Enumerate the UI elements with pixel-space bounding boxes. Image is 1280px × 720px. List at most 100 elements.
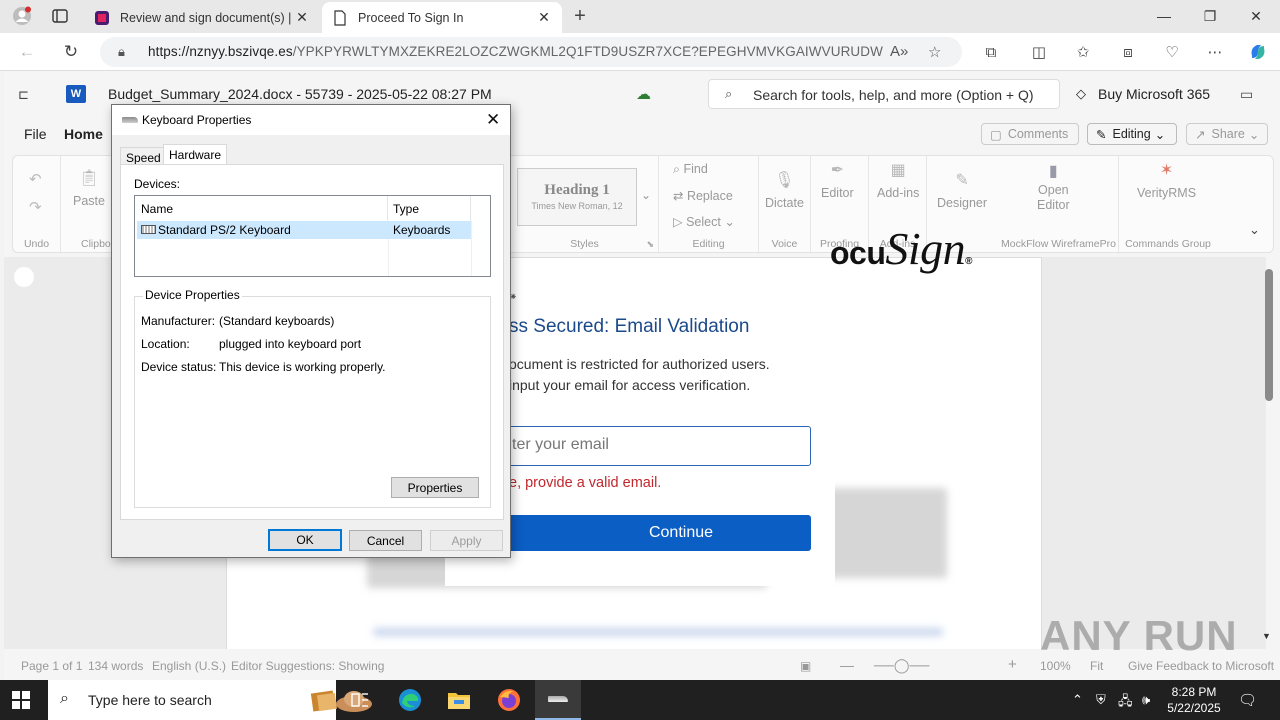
tab-close-icon[interactable]: ✕ <box>536 9 552 26</box>
task-view-icon[interactable] <box>337 680 383 720</box>
designer-button[interactable]: ✎ Designer <box>937 170 987 210</box>
editor-button[interactable]: ✒︎ Editor <box>821 160 854 200</box>
firefox-icon[interactable] <box>486 680 532 720</box>
lock-icon[interactable]: 🔒︎ <box>118 44 125 60</box>
sidebar-toggle-icon[interactable]: ⊏ <box>18 87 29 103</box>
apply-button[interactable]: Apply <box>430 530 503 551</box>
styles-expand-icon[interactable]: ⌄ <box>641 188 651 202</box>
column-header-name[interactable]: Name <box>135 196 388 220</box>
open-editor-button[interactable]: ▮ Open Editor <box>1037 164 1070 213</box>
cancel-button[interactable]: Cancel <box>349 530 422 551</box>
url-path: /YPKPYRWLTYMXZEKRE2LOZCZWGKML2Q1FTD9USZR… <box>292 44 883 59</box>
extensions-icon[interactable]: ⧉ <box>980 41 1002 63</box>
collections-icon[interactable]: ⧈ <box>1117 41 1139 63</box>
status-language[interactable]: English (U.S.) <box>152 659 226 673</box>
taskbar-search-box[interactable]: ⌕ Type here to search <box>48 680 372 720</box>
copilot-icon[interactable] <box>1247 41 1269 63</box>
select-button[interactable]: ▷ Select ⌄ <box>673 214 735 229</box>
device-list[interactable]: Name Type Standard PS/2 Keyboard Keyboar… <box>134 195 491 277</box>
file-explorer-icon[interactable] <box>436 680 482 720</box>
refresh-icon[interactable]: ↻ <box>58 40 84 64</box>
device-row[interactable]: Standard PS/2 Keyboard Keyboards <box>137 221 471 239</box>
close-window-icon[interactable]: ✕ <box>1233 0 1279 32</box>
read-aloud-icon[interactable]: A» <box>890 43 908 60</box>
verityrms-button[interactable]: ✶ VerityRMS <box>1137 160 1196 200</box>
search-tools-input[interactable]: ⌕ Search for tools, help, and more (Opti… <box>708 79 1060 109</box>
zoom-out-icon[interactable]: — <box>840 657 854 673</box>
group-label: MockFlow WireframePro <box>1001 238 1116 250</box>
email-input[interactable]: ter your email <box>501 426 811 466</box>
notifications-icon[interactable]: 🗨︎ <box>1238 691 1257 709</box>
system-clock[interactable]: 8:28 PM 5/22/2025 <box>1162 684 1226 716</box>
feedback-link[interactable]: Give Feedback to Microsoft <box>1128 659 1274 673</box>
new-tab-icon[interactable]: + <box>568 5 592 27</box>
tab-hardware[interactable]: Hardware <box>163 144 228 166</box>
tab-review-sign[interactable]: Review and sign document(s) | D ✕ <box>84 2 320 33</box>
dialog-titlebar[interactable]: Keyboard Properties ✕ <box>112 105 510 135</box>
ribbon-layout-icon[interactable]: ▭ <box>1240 86 1253 103</box>
scrollbar-thumb[interactable] <box>1265 269 1273 401</box>
open-label: Open <box>1038 183 1069 197</box>
tab-speed[interactable]: Speed <box>120 147 167 165</box>
zoom-in-icon[interactable]: + <box>1008 656 1017 673</box>
back-icon[interactable]: ← <box>14 40 40 64</box>
tab-actions-icon[interactable] <box>48 5 72 27</box>
zoom-slider[interactable]: ──◯── <box>874 657 929 674</box>
status-editor[interactable]: Editor Suggestions: Showing <box>231 659 384 673</box>
document-title[interactable]: Budget_Summary_2024.docx - 55739 - 2025-… <box>108 86 492 102</box>
editing-label: Editing <box>1112 127 1151 141</box>
ribbon-collapse-icon[interactable]: ⌄ <box>1249 222 1260 238</box>
redo-icon[interactable]: ↷ <box>29 198 42 216</box>
favorite-star-icon[interactable]: ☆ <box>928 43 941 61</box>
view-mode-icon[interactable]: ▣ <box>800 659 811 673</box>
share-icon: ↗ <box>1195 127 1206 142</box>
minimize-icon[interactable]: — <box>1141 0 1187 32</box>
more-menu-icon[interactable]: ⋯ <box>1204 41 1226 63</box>
buy-microsoft-365-link[interactable]: Buy Microsoft 365 <box>1098 86 1210 102</box>
device-status-value: This device is working properly. <box>219 360 386 374</box>
tab-close-icon[interactable]: ✕ <box>294 9 310 26</box>
column-header-type[interactable]: Type <box>388 196 471 220</box>
addins-label: Add-ins <box>877 186 920 200</box>
cloud-saved-icon[interactable]: ☁︎ <box>636 85 651 103</box>
tab-proceed-sign-in[interactable]: Proceed To Sign In ✕ <box>322 2 562 33</box>
word-logo-icon[interactable]: W <box>66 85 86 103</box>
menu-home[interactable]: Home <box>64 126 103 142</box>
split-screen-icon[interactable]: ◫ <box>1028 41 1050 63</box>
start-windows-icon[interactable] <box>12 691 30 709</box>
dialog-launcher-icon[interactable]: ⬊ <box>646 239 654 250</box>
url-text[interactable]: https://nznyy.bszivqe.es/YPKPYRWLTYMXZEK… <box>148 44 883 59</box>
navigation-pane-icon[interactable] <box>14 267 34 287</box>
status-fit[interactable]: Fit <box>1090 659 1103 673</box>
share-button[interactable]: ↗ Share ⌄ <box>1186 123 1268 145</box>
edge-browser-icon[interactable] <box>387 680 433 720</box>
style-heading-1[interactable]: Heading 1 Times New Roman, 12 <box>517 168 637 226</box>
continue-button[interactable]: Continue <box>501 515 811 551</box>
close-icon[interactable]: ✕ <box>486 110 500 130</box>
network-icon[interactable]: 🖧︎ <box>1118 692 1133 714</box>
menu-file[interactable]: File <box>24 126 47 142</box>
show-hidden-icons-icon[interactable]: ⌃ <box>1072 692 1083 708</box>
favorites-icon[interactable]: ✩ <box>1072 41 1094 63</box>
replace-button[interactable]: ⇄ Replace <box>673 188 733 203</box>
profile-icon[interactable] <box>10 5 34 27</box>
addins-button[interactable]: ▦ Add-ins <box>877 160 919 200</box>
browser-essentials-icon[interactable]: ♡ <box>1161 41 1183 63</box>
ok-button[interactable]: OK <box>268 529 342 551</box>
dictate-button[interactable]: 🎙︎ Dictate <box>765 170 804 210</box>
restore-icon[interactable]: ❐ <box>1187 0 1233 32</box>
comments-button[interactable]: ▢ Comments <box>981 123 1079 145</box>
undo-icon[interactable]: ↶ <box>29 170 42 188</box>
keyboard-properties-taskbar-icon[interactable] <box>535 680 581 720</box>
volume-icon[interactable]: 🕪︎ <box>1142 692 1150 708</box>
editing-mode-button[interactable]: ✎ Editing ⌄ <box>1087 123 1177 145</box>
paste-button[interactable]: 📋︎ Paste <box>73 168 105 208</box>
address-bar[interactable]: 🔒︎ https://nznyy.bszivqe.es/YPKPYRWLTYMX… <box>100 37 962 67</box>
clock-date: 5/22/2025 <box>1167 701 1221 715</box>
status-zoom[interactable]: 100% <box>1040 659 1071 673</box>
find-button[interactable]: ⌕ Find <box>673 162 708 177</box>
scroll-down-icon[interactable]: ▼ <box>1262 631 1271 641</box>
security-icon[interactable]: ⛨ <box>1096 692 1106 708</box>
ribbon-group-voice: 🎙︎ Dictate Voice <box>759 156 811 254</box>
properties-button[interactable]: Properties <box>391 477 479 498</box>
